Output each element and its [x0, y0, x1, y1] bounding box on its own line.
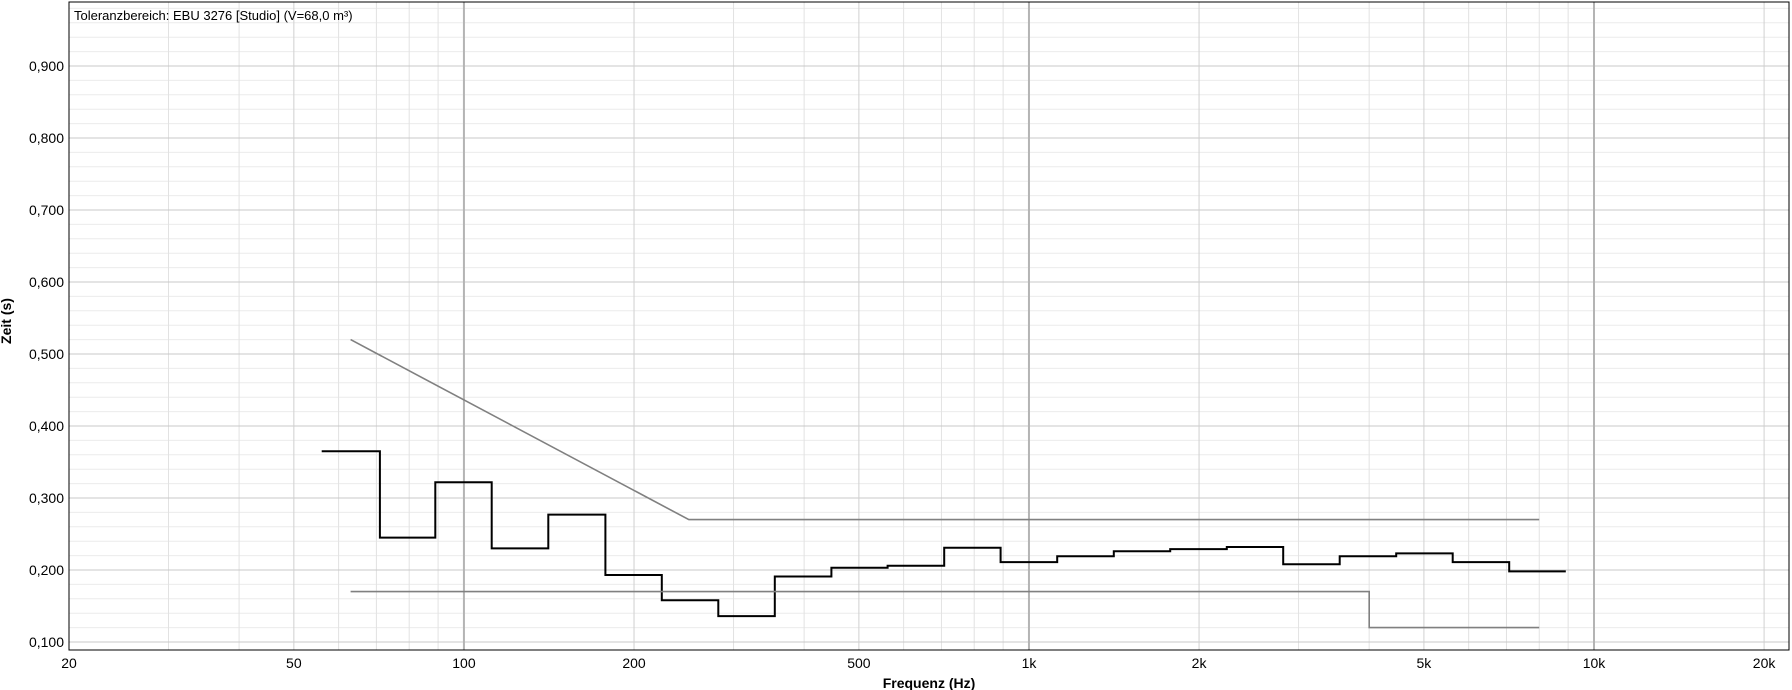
- x-tick-label: 50: [286, 655, 302, 671]
- x-axis-title: Frequenz (Hz): [883, 675, 976, 690]
- y-tick-label: 0,300: [29, 490, 64, 506]
- x-tick-label: 1k: [1022, 655, 1038, 671]
- y-tick-label: 0,800: [29, 130, 64, 146]
- x-tick-label: 20: [61, 655, 77, 671]
- x-tick-label: 500: [847, 655, 871, 671]
- y-tick-label: 0,600: [29, 274, 64, 290]
- x-tick-label: 200: [622, 655, 646, 671]
- plot-area: [68, 1, 1790, 651]
- x-tick-label: 5k: [1417, 655, 1433, 671]
- y-tick-label: 0,200: [29, 562, 64, 578]
- x-tick-label: 10k: [1583, 655, 1607, 671]
- x-tick-label: 20k: [1753, 655, 1777, 671]
- x-tick-label: 100: [452, 655, 476, 671]
- y-tick-label: 0,900: [29, 58, 64, 74]
- y-axis-title: Zeit (s): [0, 298, 14, 344]
- y-tick-label: 0,700: [29, 202, 64, 218]
- chart: 0,100 0,200 0,300 0,400 0,500 0,600 0,700 0,800…: [0, 1, 1790, 690]
- x-tick-label: 2k: [1192, 655, 1208, 671]
- y-tick-label: 0,500: [29, 346, 64, 362]
- y-tick-label: 0,100: [29, 634, 64, 650]
- chart-title: Toleranzbereich: EBU 3276 [Studio] (V=68…: [74, 8, 353, 23]
- y-tick-label: 0,400: [29, 418, 64, 434]
